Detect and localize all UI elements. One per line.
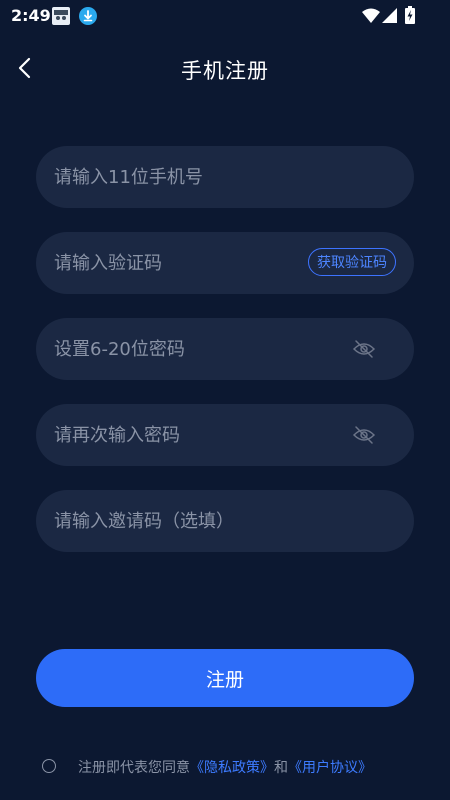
code-field-container: 获取验证码 [36,232,414,294]
password-input[interactable] [54,318,304,380]
agreement-prefix: 注册即代表您同意 [78,760,190,776]
privacy-policy-link[interactable]: 《隐私政策》 [190,760,274,776]
app-notification-icon [52,7,70,25]
agreement-conjunction: 和 [274,760,288,776]
status-time: 2:49 [11,6,51,25]
agreement-text: 注册即代表您同意《隐私政策》和《用户协议》 [78,757,372,777]
eye-hidden-icon[interactable] [352,424,376,446]
invite-code-input[interactable] [54,490,374,552]
agree-checkbox[interactable] [42,759,56,773]
signal-icon [382,8,397,23]
get-code-button[interactable]: 获取验证码 [308,248,396,276]
confirm-password-input[interactable] [54,404,304,466]
invite-code-field-container [36,490,414,552]
register-button[interactable]: 注册 [36,649,414,707]
password-field-container [36,318,414,380]
eye-hidden-icon[interactable] [352,338,376,360]
verification-code-input[interactable] [54,232,304,294]
phone-input[interactable] [54,146,304,208]
agreement-row: 注册即代表您同意《隐私政策》和《用户协议》 [42,757,442,779]
battery-charging-icon [405,6,415,24]
wifi-icon [362,8,380,23]
confirm-password-field-container [36,404,414,466]
user-agreement-link[interactable]: 《用户协议》 [288,760,372,776]
page-title: 手机注册 [181,59,269,83]
phone-field-container [36,146,414,208]
download-icon [79,7,97,25]
status-bar: 2:49 [0,0,450,32]
